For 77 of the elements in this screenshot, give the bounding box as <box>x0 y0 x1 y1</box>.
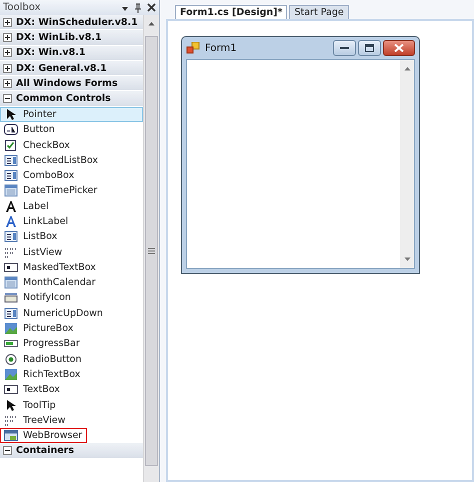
control-icon <box>4 306 18 320</box>
control-icon <box>4 383 18 396</box>
expander-icon[interactable] <box>3 32 12 42</box>
control-icon <box>4 215 18 228</box>
close-icon <box>394 44 404 52</box>
toolbox-item[interactable]: ListView <box>0 244 143 260</box>
toolbox-item[interactable]: MaskedTextBox <box>0 260 143 276</box>
scrollbar[interactable] <box>400 60 414 268</box>
form-icon <box>186 42 200 54</box>
expander-icon[interactable] <box>3 48 12 58</box>
scroll-thumb[interactable] <box>145 36 158 466</box>
toolbox-item[interactable]: MonthCalendar <box>0 275 143 290</box>
control-icon <box>4 246 18 259</box>
expander-icon[interactable] <box>3 446 12 455</box>
expander-icon[interactable] <box>3 64 12 73</box>
toolbox-item[interactable]: NotifyIcon <box>0 290 143 306</box>
document-tab[interactable]: Form1.cs [Design]* <box>175 5 288 19</box>
group-header[interactable]: All Windows Forms <box>0 76 143 92</box>
minimize-icon <box>340 46 349 50</box>
control-icon <box>4 322 18 336</box>
maximize-icon <box>365 44 374 52</box>
control-icon <box>4 352 18 366</box>
control-icon <box>4 154 18 167</box>
toolbox-item[interactable]: ProgressBar <box>0 336 143 352</box>
minimize-button[interactable] <box>333 40 356 56</box>
control-icon <box>4 429 18 442</box>
toolbox-item[interactable]: ListBox <box>0 229 143 244</box>
control-icon <box>4 184 18 198</box>
toolbox-item[interactable]: LinkLabel <box>0 214 143 230</box>
pin-icon[interactable] <box>134 2 142 12</box>
toolbox-item[interactable]: NumericUpDown <box>0 306 143 321</box>
close-icon[interactable] <box>147 3 156 12</box>
scrollbar[interactable] <box>143 15 159 482</box>
expander-icon[interactable] <box>3 78 12 88</box>
panel-title: Toolbox <box>3 2 42 13</box>
control-icon <box>4 414 18 427</box>
group-header[interactable]: DX: Win.v8.1 <box>0 46 143 61</box>
control-icon <box>4 368 18 381</box>
toolbox-item[interactable]: ToolTip <box>0 397 143 413</box>
control-icon <box>4 169 18 182</box>
toolbox-item[interactable]: RichTextBox <box>0 366 143 382</box>
group-header[interactable]: DX: General.v8.1 <box>0 60 143 76</box>
control-icon <box>4 276 18 290</box>
group-header[interactable]: Common Controls <box>0 91 143 107</box>
toolbox-item[interactable]: ComboBox <box>0 168 143 184</box>
toolbox-item[interactable]: PictureBox <box>0 320 143 336</box>
group-header[interactable]: DX: WinLib.v8.1 <box>0 30 143 46</box>
control-icon <box>4 291 18 304</box>
control-icon <box>4 200 18 213</box>
scroll-up-icon[interactable] <box>148 21 155 26</box>
scroll-down-icon[interactable] <box>404 257 410 262</box>
scroll-up-icon[interactable] <box>404 66 410 71</box>
arrow-icon <box>4 108 18 121</box>
control-icon <box>4 230 18 244</box>
control-icon <box>4 138 18 152</box>
maximize-button[interactable] <box>358 40 381 56</box>
form-title: Form1 <box>205 42 238 54</box>
toolbox-item[interactable]: TreeView <box>0 412 143 428</box>
toolbox-item[interactable]: RadioButton <box>0 352 143 367</box>
group-header[interactable]: DX: WinScheduler.v8.1 <box>0 15 143 30</box>
expander-icon[interactable] <box>3 18 12 27</box>
toolbox-item[interactable]: Button <box>0 122 143 138</box>
control-icon <box>4 260 18 274</box>
toolbox-item[interactable]: Label <box>0 198 143 214</box>
toolbox-item[interactable]: CheckedListBox <box>0 152 143 168</box>
toolbox-item[interactable]: DateTimePicker <box>0 183 143 199</box>
expander-icon[interactable] <box>3 94 12 104</box>
toolbox-item[interactable]: Pointer <box>0 106 143 122</box>
document-tab[interactable]: Start Page <box>289 5 349 19</box>
arrow-icon <box>4 398 18 412</box>
form-window[interactable]: Form1 <box>181 36 420 274</box>
toolbox-item[interactable]: CheckBox <box>0 137 143 153</box>
close-button[interactable] <box>383 40 415 56</box>
toolbox-item[interactable]: TextBox <box>0 382 143 398</box>
control-icon <box>4 123 18 136</box>
group-header[interactable]: Containers <box>0 443 143 459</box>
grip-icon <box>148 248 155 254</box>
